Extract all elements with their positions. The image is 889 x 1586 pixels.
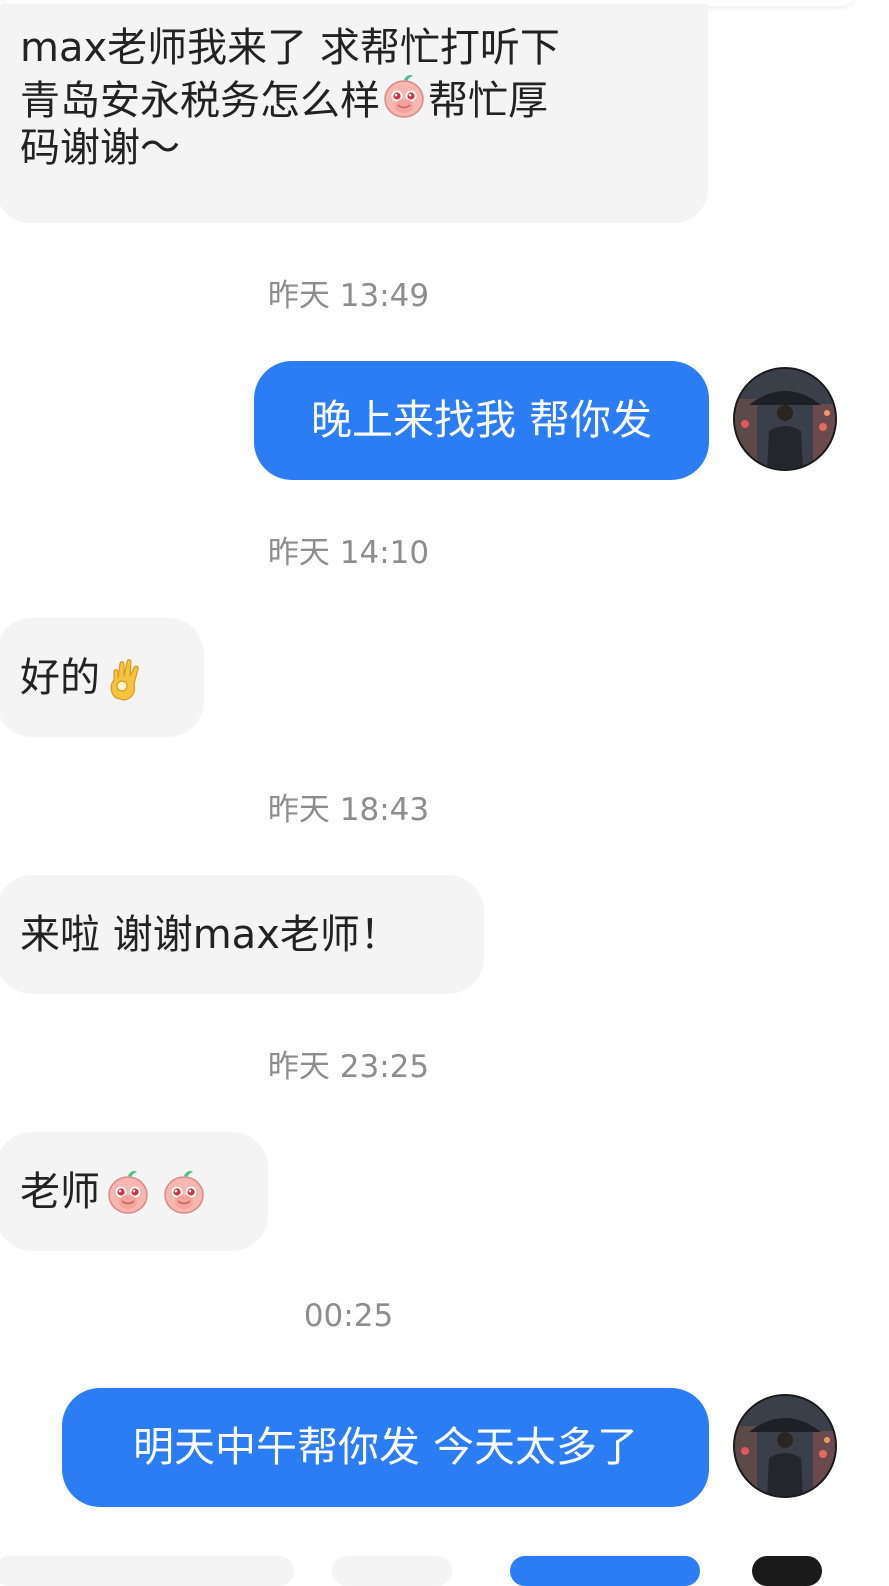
next-outgoing-bubble-edge [510,1556,700,1586]
timestamp: 昨天 14:10 [267,535,430,571]
ok-hand-emoji-icon [106,654,146,702]
message-text: 好的 [20,654,100,701]
timestamp: 昨天 18:43 [267,792,430,828]
next-avatar-edge [752,1556,822,1586]
man-with-umbrella-avatar-icon [735,1396,835,1496]
outgoing-message-bubble[interactable]: 明天中午帮你发 今天太多了 [62,1388,709,1507]
timestamp: 昨天 23:25 [267,1049,430,1085]
next-incoming-bubble-edge [332,1556,452,1586]
message-text: 来啦 谢谢max老师！ [20,911,400,958]
peach-crying-emoji-icon [104,1168,152,1216]
outgoing-message-bubble[interactable]: 晚上来找我 帮你发 [254,361,709,480]
my-avatar[interactable] [733,1394,837,1498]
timestamp: 00:25 [303,1298,394,1334]
man-with-umbrella-avatar-icon [735,369,835,469]
message-text: max老师我来了 求帮忙打听下 [20,25,560,71]
incoming-message-bubble[interactable]: max老师我来了 求帮忙打听下 青岛安永税务怎么样 帮忙厚 码谢谢～ [0,4,708,223]
incoming-message-bubble[interactable]: 好的 [0,618,204,737]
peach-crying-emoji-icon [380,72,428,120]
message-text: 帮忙厚 [428,78,548,125]
message-text: 明天中午帮你发 今天太多了 [132,1422,639,1471]
next-incoming-bubble-edge [0,1556,294,1586]
peach-crying-emoji-icon [160,1168,208,1216]
message-text: 码谢谢～ [20,125,180,172]
incoming-message-bubble[interactable]: 老师 [0,1132,268,1251]
message-text: 晚上来找我 帮你发 [310,395,653,444]
message-text: 青岛安永税务怎么样 [20,78,380,125]
message-text: 老师 [20,1168,100,1215]
incoming-message-bubble[interactable]: 来啦 谢谢max老师！ [0,875,484,994]
timestamp: 昨天 13:49 [267,278,430,314]
my-avatar[interactable] [733,367,837,471]
